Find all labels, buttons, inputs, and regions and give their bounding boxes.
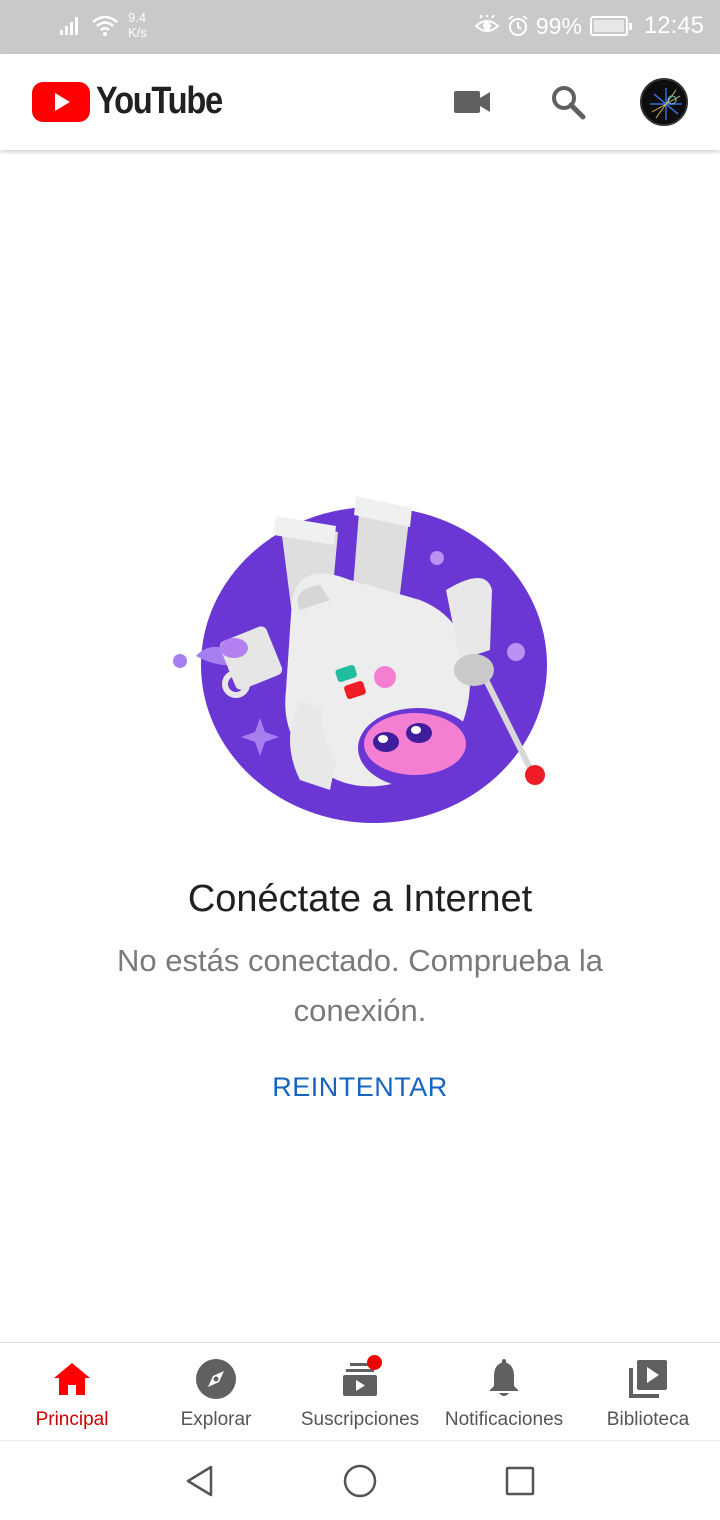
avatar — [640, 78, 688, 126]
recents-icon — [505, 1466, 535, 1496]
home-icon — [50, 1357, 94, 1401]
network-speed-value: 9.4 — [128, 10, 147, 25]
nav-biblioteca[interactable]: Biblioteca — [576, 1343, 720, 1440]
astronaut-cow-illustration — [173, 496, 547, 823]
wifi-icon — [92, 15, 118, 36]
nav-suscripciones[interactable]: Suscripciones — [288, 1343, 432, 1440]
camera-button[interactable] — [448, 78, 496, 126]
app-bar: YouTube — [0, 54, 720, 150]
error-title: Conéctate a Internet — [187, 878, 533, 920]
nav-principal[interactable]: Principal — [0, 1343, 144, 1440]
explore-icon — [194, 1357, 238, 1401]
new-content-badge — [367, 1355, 382, 1370]
youtube-play-icon — [32, 81, 90, 122]
search-button[interactable] — [544, 78, 592, 126]
clock: 12:45 — [643, 12, 704, 39]
back-icon — [186, 1465, 213, 1497]
search-icon — [552, 86, 586, 120]
recents-button[interactable] — [500, 1461, 540, 1501]
logo-text: YouTube — [96, 80, 223, 122]
back-button[interactable] — [180, 1461, 220, 1501]
system-navigation-bar — [0, 1440, 720, 1520]
camera-icon — [454, 91, 490, 113]
nav-explorar[interactable]: Explorar — [144, 1343, 288, 1440]
nav-label: Biblioteca — [606, 1409, 690, 1430]
app-actions — [400, 78, 688, 126]
error-message: No estás conectado. Comprueba la conexió… — [117, 943, 603, 1028]
battery-percent: 99% — [535, 12, 582, 39]
retry-button[interactable]: REINTENTAR — [240, 1072, 480, 1112]
signal-icon — [60, 17, 78, 35]
home-circle-icon — [343, 1464, 377, 1498]
library-icon — [626, 1357, 670, 1401]
status-left: 9.4 K/s — [58, 10, 158, 40]
nav-label: Notificaciones — [444, 1409, 564, 1430]
nav-label: Principal — [35, 1409, 109, 1430]
eye-comfort-icon — [474, 15, 500, 32]
bell-icon — [482, 1357, 526, 1401]
home-system-button[interactable] — [340, 1461, 380, 1501]
network-speed: 9.4 K/s — [128, 10, 158, 40]
status-right: 99% 12:45 — [474, 12, 704, 40]
account-button[interactable] — [640, 78, 688, 126]
nav-notificaciones[interactable]: Notificaciones — [432, 1343, 576, 1440]
network-speed-unit: K/s — [128, 25, 147, 40]
battery-icon — [589, 16, 632, 36]
status-bar: 9.4 K/s 99% 12:45 — [0, 0, 720, 54]
subscriptions-icon — [338, 1355, 382, 1401]
bottom-navigation: Principal Explorar Suscripciones Notific… — [0, 1342, 720, 1440]
youtube-logo[interactable]: YouTube — [32, 80, 242, 123]
nav-label: Suscripciones — [300, 1409, 420, 1430]
alarm-icon — [508, 15, 528, 36]
nav-label: Explorar — [180, 1409, 252, 1430]
